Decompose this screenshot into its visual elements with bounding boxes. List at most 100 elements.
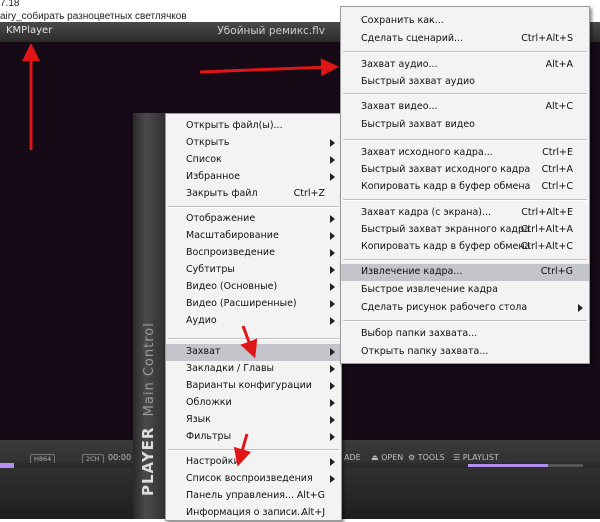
submenu-arrow-icon [330, 382, 335, 390]
menu-separator [168, 449, 339, 451]
capture-menu-item-shortcut: Ctrl+C [541, 181, 574, 192]
main-menu-item[interactable]: Воспроизведение [166, 245, 341, 262]
capture-menu-item[interactable]: Копировать кадр в буфер обмена Ctrl+Alt+C [341, 239, 589, 256]
main-menu-item[interactable]: Аудио [166, 313, 341, 330]
main-menu-item-shortcut: Alt+G [296, 490, 325, 501]
main-menu-item-label: Масштабирование [186, 230, 279, 241]
caption-title: airy_собирать разноцветных светлячков [0, 11, 187, 22]
capture-menu-item[interactable]: Быстрый захват аудио [341, 74, 589, 91]
capture-menu-item-shortcut: Ctrl+G [540, 266, 573, 277]
capture-menu-item[interactable]: Быстрый захват исходного кадра Ctrl+A [341, 162, 589, 179]
submenu-arrow-icon [330, 215, 335, 223]
capture-menu-item-shortcut: Ctrl+A [541, 164, 573, 175]
main-context-menu: Открыть файл(ы)... Открыть Список Избранное… [165, 113, 342, 521]
submenu-arrow-icon [330, 156, 335, 164]
main-menu-item[interactable]: Масштабирование [166, 228, 341, 245]
main-menu-item-label: Закрыть файл [186, 188, 258, 199]
submenu-arrow-icon [330, 399, 335, 407]
main-menu-item[interactable]: Субтитры [166, 262, 341, 279]
capture-menu-item[interactable]: Копировать кадр в буфер обмена Ctrl+C [341, 179, 589, 196]
submenu-arrow-icon [330, 365, 335, 373]
capture-menu-item-label: Быстрый захват исходного кадра [361, 164, 531, 175]
capture-menu-item-label: Быстрое извлечение кадра [361, 284, 498, 295]
main-menu-item-label: Субтитры [186, 264, 235, 275]
main-menu-item[interactable]: Информация о записи... Alt+J [166, 505, 341, 522]
main-menu-item-label: Открыть файл(ы)... [186, 120, 283, 131]
main-menu-item-label: Настройки [186, 456, 240, 467]
submenu-arrow-icon [330, 416, 335, 424]
capture-menu-item-shortcut: Ctrl+Alt+E [521, 207, 573, 218]
capture-menu-item[interactable]: Захват видео... Alt+C [341, 99, 589, 116]
main-menu-item[interactable]: Видео (Основные) [166, 279, 341, 296]
main-menu-item[interactable]: Видео (Расширенные) [166, 296, 341, 313]
menu-separator [343, 320, 587, 322]
main-menu-item[interactable]: Закрыть файл Ctrl+Z [166, 186, 341, 203]
volume-slider-fill [468, 464, 548, 467]
main-menu-item[interactable]: Открыть файл(ы)... [166, 118, 341, 135]
submenu-arrow-icon [330, 348, 335, 356]
capture-menu-item[interactable]: Сохранить как... [341, 13, 589, 30]
main-menu-item[interactable]: Список воспроизведения [166, 471, 341, 488]
menu-separator [343, 259, 587, 261]
capture-menu-item[interactable]: Открыть папку захвата... [341, 344, 589, 361]
capture-menu-item-label: Сделать сценарий... [361, 33, 464, 44]
capture-menu-item-label: Захват кадра (с экрана)... [361, 207, 492, 218]
main-menu-item[interactable]: Закладки / Главы [166, 361, 341, 378]
submenu-arrow-icon [330, 266, 335, 274]
playlist-button-label: PLAYLIST [462, 453, 499, 462]
main-menu-item[interactable]: Избранное [166, 169, 341, 186]
capture-menu-item[interactable]: Быстрый захват экранного кадра Ctrl+Alt+A [341, 222, 589, 239]
main-menu-item[interactable]: Обложки [166, 395, 341, 412]
ade-label[interactable]: ADE [344, 453, 361, 462]
main-menu-item[interactable]: Варианты конфигурации [166, 378, 341, 395]
strip-brand: PLAYER [139, 426, 157, 496]
capture-menu-item-label: Сохранить как... [361, 15, 444, 26]
main-menu-item[interactable]: Настройки [166, 454, 341, 471]
main-menu-item-label: Информация о записи... [186, 507, 307, 518]
capture-menu-item[interactable]: Захват кадра (с экрана)... Ctrl+Alt+E [341, 205, 589, 222]
open-button[interactable]: ⏏ OPEN [371, 453, 403, 462]
main-menu-item[interactable]: Захват [166, 344, 341, 361]
submenu-arrow-icon [330, 249, 335, 257]
strip-text: Main Control [142, 322, 157, 417]
capture-menu-item-label: Выбор папки захвата... [361, 328, 478, 339]
capture-menu-item[interactable]: Захват исходного кадра... Ctrl+E [341, 145, 589, 162]
main-menu-item-label: Аудио [186, 315, 217, 326]
capture-menu-item-label: Копировать кадр в буфер обмена [361, 241, 531, 252]
main-menu-item-shortcut: Ctrl+Z [293, 188, 325, 199]
main-menu-item-label: Обложки [186, 397, 232, 408]
menu-separator [343, 199, 587, 201]
capture-menu-item-label: Захват аудио... [361, 59, 438, 70]
main-menu-item[interactable]: Фильтры [166, 429, 341, 446]
main-menu-item-label: Воспроизведение [186, 247, 275, 258]
main-menu-item-label: Видео (Основные) [186, 281, 278, 292]
capture-menu-item[interactable]: Быстрый захват видео [341, 117, 589, 134]
file-name: Убойный ремикс.flv [217, 25, 325, 37]
menu-separator [343, 51, 587, 53]
main-menu-item[interactable]: Открыть [166, 135, 341, 152]
open-button-label: OPEN [381, 453, 404, 462]
capture-menu-item[interactable]: Выбор папки захвата... [341, 326, 589, 343]
capture-menu-item[interactable]: Быстрое извлечение кадра [341, 282, 589, 299]
capture-menu-item[interactable]: Сделать сценарий... Ctrl+Alt+S [341, 31, 589, 48]
main-menu-item-label: Видео (Расширенные) [186, 298, 297, 309]
capture-menu-item[interactable]: Захват аудио... Alt+A [341, 57, 589, 74]
main-menu-item-label: Избранное [186, 171, 240, 182]
submenu-arrow-icon [330, 139, 335, 147]
main-menu-item[interactable]: Отображение [166, 211, 341, 228]
playlist-button[interactable]: ☰ PLAYLIST [453, 453, 499, 462]
main-menu-item[interactable]: Панель управления... Alt+G [166, 488, 341, 505]
time-display: 00:00 [108, 453, 132, 462]
capture-menu-item-label: Открыть папку захвата... [361, 346, 489, 357]
seek-bar-fill [0, 463, 14, 468]
main-menu-item-label: Язык [186, 414, 211, 425]
submenu-arrow-icon [578, 304, 583, 312]
main-menu-item[interactable]: Язык [166, 412, 341, 429]
tools-button[interactable]: ⚙ TOOLS [408, 453, 445, 462]
main-menu-item[interactable]: Список [166, 152, 341, 169]
capture-menu-item[interactable]: Извлечение кадра... Ctrl+G [341, 264, 589, 281]
list-icon: ☰ [453, 453, 461, 462]
capture-menu-item[interactable]: Сделать рисунок рабочего стола [341, 300, 589, 317]
submenu-arrow-icon [330, 232, 335, 240]
main-menu-item-label: Закладки / Главы [186, 363, 275, 374]
